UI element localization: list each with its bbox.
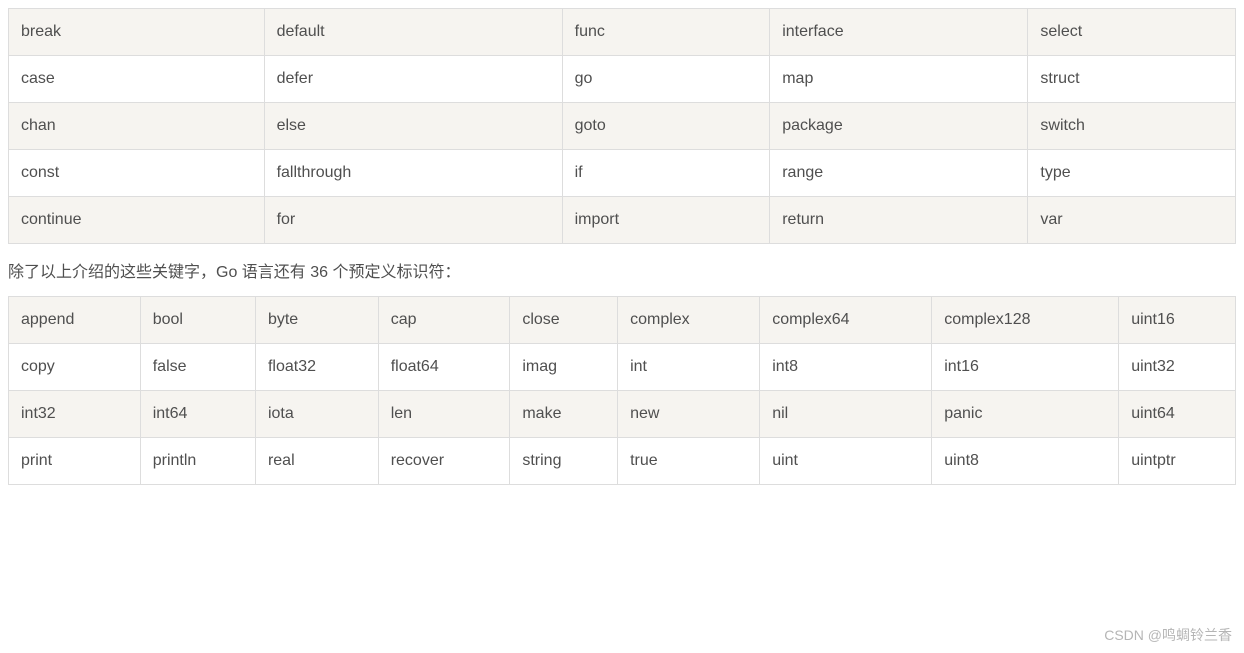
table-cell: func <box>562 9 770 56</box>
table-cell: const <box>9 150 265 197</box>
table-cell: chan <box>9 103 265 150</box>
table-cell: return <box>770 197 1028 244</box>
table-cell: struct <box>1028 56 1236 103</box>
table-cell: uint8 <box>932 438 1119 485</box>
table-cell: append <box>9 297 141 344</box>
table-cell: close <box>510 297 618 344</box>
table-row: const fallthrough if range type <box>9 150 1236 197</box>
table-cell: int64 <box>140 391 255 438</box>
table-row: break default func interface select <box>9 9 1236 56</box>
table-cell: print <box>9 438 141 485</box>
table-cell: complex <box>618 297 760 344</box>
table-cell: new <box>618 391 760 438</box>
table-cell: go <box>562 56 770 103</box>
table-cell: case <box>9 56 265 103</box>
table-cell: uint <box>760 438 932 485</box>
watermark-text: CSDN @鸣蜩铃兰香 <box>1104 625 1232 645</box>
table-cell: goto <box>562 103 770 150</box>
table-cell: int32 <box>9 391 141 438</box>
table-cell: int16 <box>932 344 1119 391</box>
table-cell: nil <box>760 391 932 438</box>
table-cell: imag <box>510 344 618 391</box>
table-cell: complex64 <box>760 297 932 344</box>
table-cell: switch <box>1028 103 1236 150</box>
table-cell: continue <box>9 197 265 244</box>
table-cell: println <box>140 438 255 485</box>
table-cell: false <box>140 344 255 391</box>
table-cell: int8 <box>760 344 932 391</box>
table-cell: recover <box>378 438 510 485</box>
table-cell: else <box>264 103 562 150</box>
table-cell: int <box>618 344 760 391</box>
table-cell: uint32 <box>1119 344 1236 391</box>
table-cell: uint16 <box>1119 297 1236 344</box>
table-row: copy false float32 float64 imag int int8… <box>9 344 1236 391</box>
intro-text: 除了以上介绍的这些关键字，Go 语言还有 36 个预定义标识符： <box>8 258 1236 282</box>
table-cell: select <box>1028 9 1236 56</box>
table-cell: default <box>264 9 562 56</box>
table-cell: break <box>9 9 265 56</box>
table-cell: float64 <box>378 344 510 391</box>
table-cell: for <box>264 197 562 244</box>
table-cell: len <box>378 391 510 438</box>
table-cell: package <box>770 103 1028 150</box>
table-cell: var <box>1028 197 1236 244</box>
table-cell: make <box>510 391 618 438</box>
table-cell: fallthrough <box>264 150 562 197</box>
table-cell: map <box>770 56 1028 103</box>
table-row: print println real recover string true u… <box>9 438 1236 485</box>
table-cell: uintptr <box>1119 438 1236 485</box>
table-cell: import <box>562 197 770 244</box>
table-row: int32 int64 iota len make new nil panic … <box>9 391 1236 438</box>
table-cell: float32 <box>255 344 378 391</box>
table-cell: type <box>1028 150 1236 197</box>
table-cell: byte <box>255 297 378 344</box>
table-row: case defer go map struct <box>9 56 1236 103</box>
table-cell: interface <box>770 9 1028 56</box>
keywords-table: break default func interface select case… <box>8 8 1236 244</box>
table-cell: if <box>562 150 770 197</box>
table-row: continue for import return var <box>9 197 1236 244</box>
table-cell: copy <box>9 344 141 391</box>
table-cell: bool <box>140 297 255 344</box>
table-cell: true <box>618 438 760 485</box>
table-cell: string <box>510 438 618 485</box>
table-cell: iota <box>255 391 378 438</box>
table-cell: cap <box>378 297 510 344</box>
table-row: append bool byte cap close complex compl… <box>9 297 1236 344</box>
table-cell: panic <box>932 391 1119 438</box>
table-cell: range <box>770 150 1028 197</box>
table-cell: real <box>255 438 378 485</box>
table-cell: complex128 <box>932 297 1119 344</box>
table-cell: defer <box>264 56 562 103</box>
table-cell: uint64 <box>1119 391 1236 438</box>
identifiers-table: append bool byte cap close complex compl… <box>8 296 1236 485</box>
table-row: chan else goto package switch <box>9 103 1236 150</box>
